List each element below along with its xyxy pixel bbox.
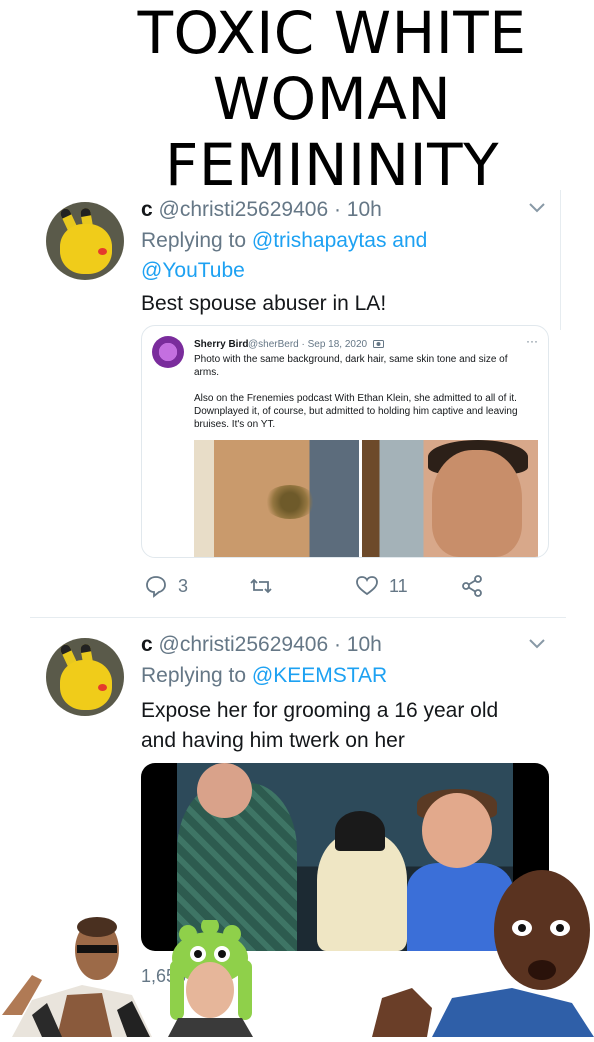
- quote-photo-man[interactable]: [362, 440, 538, 557]
- thread-edge: [560, 190, 561, 330]
- chevron-down-icon[interactable]: [526, 632, 548, 659]
- more-icon[interactable]: ···: [526, 334, 538, 348]
- quote-name[interactable]: Sherry Bird: [194, 339, 248, 350]
- reply-icon: [146, 576, 166, 598]
- tweet-divider: [30, 617, 566, 618]
- handle-time[interactable]: @christi25629406 · 10h: [159, 198, 382, 221]
- camera-icon: [370, 339, 384, 350]
- handle-time[interactable]: @christi25629406 · 10h: [159, 633, 382, 656]
- reply-button[interactable]: 3: [144, 574, 188, 598]
- quote-text-2: Also on the Frenemies podcast With Ethan…: [194, 393, 518, 430]
- like-icon: [356, 576, 378, 596]
- user-name[interactable]: c: [141, 633, 153, 656]
- mention-link[interactable]: @YouTube: [141, 259, 245, 282]
- meme-title-line3: FEMININITY: [165, 131, 499, 199]
- replying-to: Replying to @KEEMSTAR: [141, 664, 388, 687]
- like-button[interactable]: 11: [355, 574, 408, 598]
- tweet-header: c @christi25629406 · 10h: [141, 198, 382, 222]
- reply-count: 3: [178, 575, 189, 596]
- mention-link[interactable]: @KEEMSTAR: [252, 664, 387, 687]
- sticker-rock: [2, 905, 162, 1037]
- retweet-icon: [250, 578, 272, 594]
- share-icon: [462, 575, 482, 597]
- quoted-tweet[interactable]: Sherry Bird @sherBerd · Sep 18, 2020 ···…: [141, 325, 549, 558]
- meme-title: TOXIC WHITE WOMAN FEMININITY: [0, 0, 594, 198]
- like-count: 11: [389, 575, 408, 596]
- quote-meta: @sherBerd · Sep 18, 2020: [248, 339, 384, 350]
- tweet-text: Best spouse abuser in LA!: [141, 292, 387, 315]
- quote-text-1: Photo with the same background, dark hai…: [194, 354, 508, 378]
- share-button[interactable]: [460, 574, 484, 598]
- retweet-button[interactable]: [249, 574, 273, 598]
- chevron-down-icon[interactable]: [526, 196, 548, 223]
- replying-to: Replying to @trishapaytas and @YouTube: [141, 229, 428, 282]
- quote-avatar[interactable]: [152, 336, 184, 368]
- avatar[interactable]: [46, 202, 124, 280]
- meme-title-line2: WOMAN: [212, 65, 452, 133]
- sticker-shaq: [372, 858, 594, 1037]
- sticker-logan-alien-hat: [148, 917, 273, 1037]
- avatar[interactable]: [46, 638, 124, 716]
- tweet-text: Expose her for grooming a 16 year old an…: [141, 699, 499, 752]
- tweet-header: c @christi25629406 · 10h: [141, 633, 382, 657]
- quote-photo-arm[interactable]: [194, 440, 359, 557]
- user-name[interactable]: c: [141, 198, 153, 221]
- mention-and: and: [392, 229, 428, 252]
- meme-title-line1: TOXIC WHITE: [137, 0, 527, 67]
- mention-link[interactable]: @trishapaytas: [252, 229, 387, 252]
